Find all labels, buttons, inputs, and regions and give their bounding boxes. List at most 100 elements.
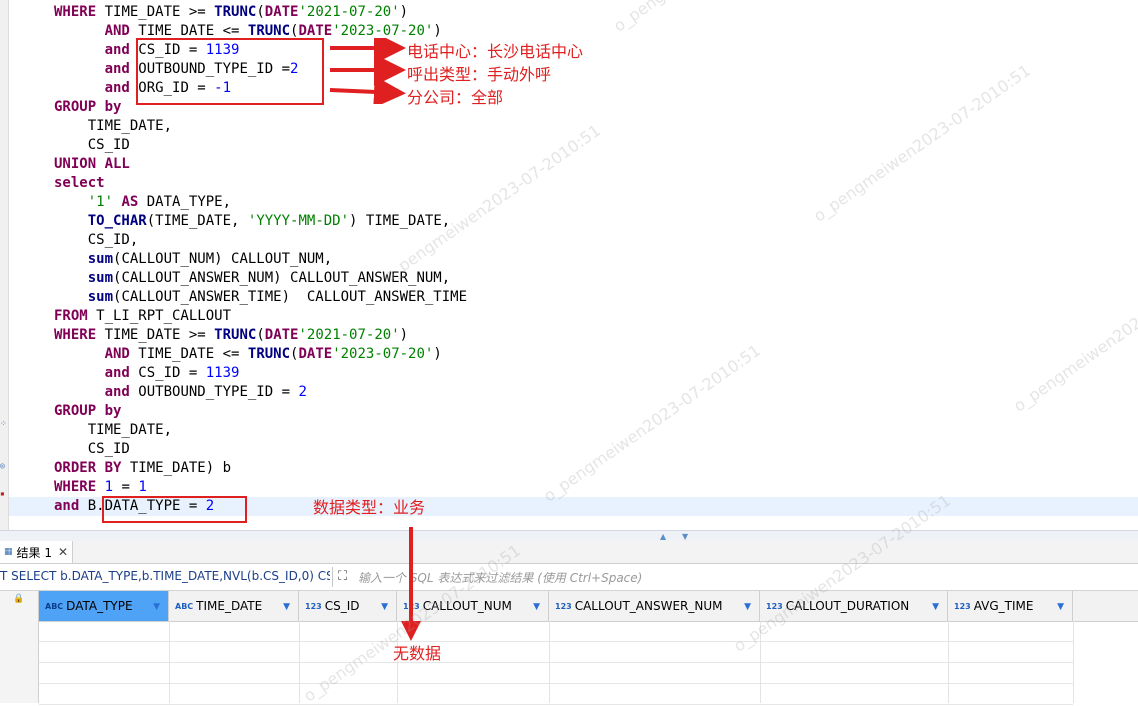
code-token: sum: [87, 251, 114, 267]
code-token: and: [104, 365, 130, 381]
sort-dropdown-icon[interactable]: ▼: [153, 602, 160, 612]
code-token: OUTBOUND_TYPE_ID =: [129, 384, 299, 400]
code-token: TIME_DATE,: [54, 118, 173, 134]
table-row: [39, 684, 1073, 705]
code-line[interactable]: FROM T_LI_RPT_CALLOUT: [54, 307, 467, 326]
editor-gutter: ⁘ ◎ ▪: [0, 0, 9, 530]
code-token: 1: [104, 479, 114, 495]
sort-dropdown-icon[interactable]: ▼: [1057, 602, 1064, 612]
sort-dropdown-icon[interactable]: ▼: [932, 602, 939, 612]
watermark: o_pengmeiwen2023-07-2010:51: [610, 0, 834, 36]
data-type-annotation: 数据类型：业务: [313, 498, 426, 517]
annotation-arrows-icon: [329, 38, 406, 104]
code-token: AND: [104, 23, 130, 39]
column-name: DATA_TYPE: [66, 599, 133, 613]
code-token: and: [104, 384, 130, 400]
sort-dropdown-icon[interactable]: ▼: [744, 602, 751, 612]
code-line[interactable]: and OUTBOUND_TYPE_ID = 2: [54, 383, 467, 402]
code-token: DATE: [264, 4, 299, 20]
code-line[interactable]: and CS_ID = 1139: [54, 364, 467, 383]
code-token: (: [256, 327, 265, 343]
code-line[interactable]: GROUP by: [54, 402, 467, 421]
code-line[interactable]: TIME_DATE,: [54, 421, 467, 440]
code-line[interactable]: WHERE TIME_DATE >= TRUNC(DATE'2021-07-20…: [54, 3, 467, 22]
results-grid[interactable]: 🔒 ABC DATA_TYPE ▼ ABC TIME_DATE ▼ 123 CS…: [0, 591, 1138, 705]
code-token: ): [433, 23, 442, 39]
code-token: TRUNC: [247, 346, 291, 362]
close-icon[interactable]: ✕: [58, 545, 68, 559]
code-line[interactable]: TO_CHAR(TIME_DATE, 'YYYY-MM-DD') TIME_DA…: [54, 212, 467, 231]
collapse-up-icon[interactable]: ▲: [660, 532, 666, 541]
sort-dropdown-icon[interactable]: ▼: [381, 602, 388, 612]
column-header-avg-time[interactable]: 123 AVG_TIME ▼: [948, 591, 1073, 621]
code-token: '2021-07-20': [298, 4, 400, 20]
code-token: TIME_DATE >=: [96, 4, 215, 20]
code-line[interactable]: '1' AS DATA_TYPE,: [54, 193, 467, 212]
code-token: CS_ID,: [54, 232, 139, 248]
fold-icon[interactable]: ⁘: [0, 420, 7, 428]
code-token: ) TIME_DATE,: [349, 213, 451, 229]
code-token: (: [256, 4, 265, 20]
code-line[interactable]: WHERE TIME_DATE >= TRUNC(DATE'2021-07-20…: [54, 326, 467, 345]
sql-editor[interactable]: ⁘ ◎ ▪ WHERE TIME_DATE >= TRUNC(DATE'2021…: [0, 0, 1138, 530]
number-type-icon: 123: [305, 601, 322, 611]
expand-down-icon[interactable]: ▼: [682, 532, 688, 541]
number-type-icon: 123: [555, 601, 572, 611]
number-type-icon: 123: [954, 601, 971, 611]
data-type-highlight-box: [102, 496, 247, 523]
column-header-callout-answer-num[interactable]: 123 CALLOUT_ANSWER_NUM ▼: [549, 591, 760, 621]
code-token: and: [54, 498, 80, 514]
code-line[interactable]: CS_ID: [54, 136, 467, 155]
grid-side-toolbar: 🔒: [0, 591, 39, 703]
code-token: CS_ID =: [129, 365, 206, 381]
filter-bar: T SELECT b.DATA_TYPE,b.TIME_DATE,NVL(b.C…: [0, 564, 1138, 591]
no-data-annotation: 无数据: [393, 644, 442, 663]
table-row: [39, 663, 1073, 684]
code-line[interactable]: sum(CALLOUT_ANSWER_TIME) CALLOUT_ANSWER_…: [54, 288, 467, 307]
code-line[interactable]: ORDER BY TIME_DATE) b: [54, 459, 467, 478]
tab-label: 结果 1: [16, 545, 52, 560]
error-marker-icon: ▪: [0, 489, 5, 498]
code-token: '1': [87, 194, 114, 210]
code-line[interactable]: CS_ID: [54, 440, 467, 459]
lock-icon[interactable]: 🔒: [13, 594, 24, 604]
column-header-cs-id[interactable]: 123 CS_ID ▼: [299, 591, 397, 621]
code-token: '2021-07-20': [298, 327, 400, 343]
expand-icon[interactable]: ⛶: [338, 569, 347, 584]
sort-dropdown-icon[interactable]: ▼: [283, 602, 290, 612]
divider: [332, 567, 333, 587]
column-header-data-type[interactable]: ABC DATA_TYPE ▼: [39, 591, 169, 621]
grid-icon: ▦: [4, 547, 13, 557]
code-token: TRUNC: [214, 4, 257, 20]
watermark: o_pengmeiwen2023-07-2010:51: [1010, 250, 1138, 416]
code-line[interactable]: TIME_DATE,: [54, 117, 467, 136]
code-token: (TIME_DATE,: [146, 213, 248, 229]
panel-splitter[interactable]: ▲ ▼: [0, 530, 1138, 541]
table-row: [39, 621, 1073, 642]
code-token: (CALLOUT_ANSWER_TIME) CALLOUT_ANSWER_TIM…: [113, 289, 468, 305]
text-type-icon: ABC: [175, 601, 194, 611]
query-text: T SELECT b.DATA_TYPE,b.TIME_DATE,NVL(b.C…: [0, 569, 330, 583]
bookmark-icon: ◎: [0, 461, 5, 470]
code-token: GROUP: [54, 99, 97, 115]
code-line[interactable]: select: [54, 174, 467, 193]
column-name: TIME_DATE: [196, 599, 263, 613]
code-line[interactable]: CS_ID,: [54, 231, 467, 250]
code-line[interactable]: UNION ALL: [54, 155, 467, 174]
code-line[interactable]: AND TIME_DATE <= TRUNC(DATE'2023-07-20'): [54, 345, 467, 364]
results-tab-bar: ▦ 结果 1 ✕: [0, 541, 1138, 564]
tab-results-1[interactable]: ▦ 结果 1 ✕: [0, 541, 74, 563]
sort-dropdown-icon[interactable]: ▼: [533, 602, 540, 612]
column-divider: [169, 621, 170, 703]
grid-header: ABC DATA_TYPE ▼ ABC TIME_DATE ▼ 123 CS_I…: [39, 591, 1138, 622]
code-token: TIME_DATE >=: [96, 327, 215, 343]
column-header-time-date[interactable]: ABC TIME_DATE ▼: [169, 591, 299, 621]
table-row: [39, 642, 1073, 663]
code-token: and: [104, 61, 130, 77]
